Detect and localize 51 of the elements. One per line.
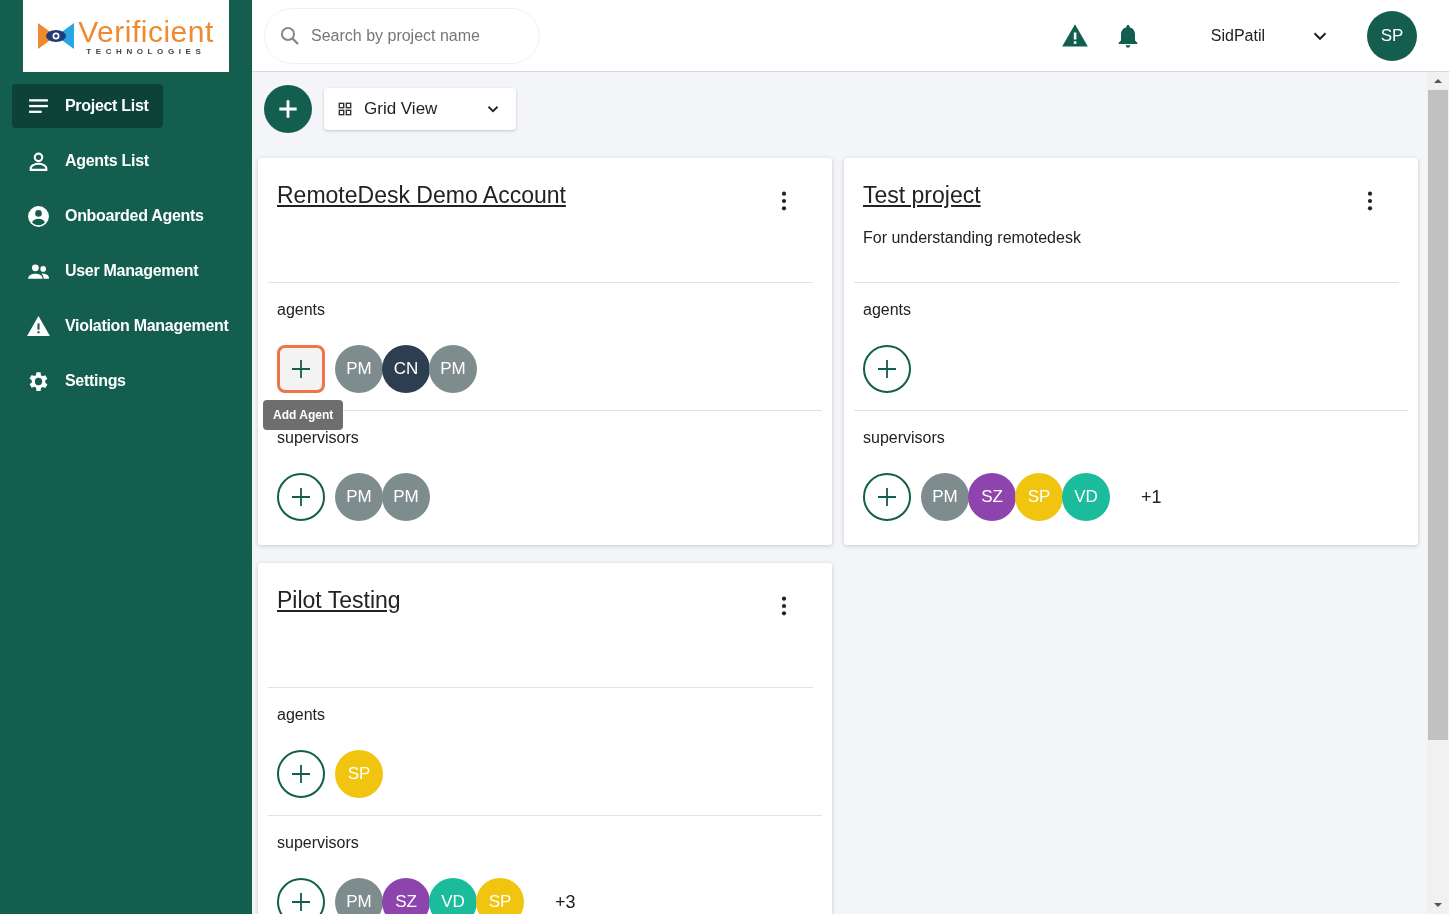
sidebar-item[interactable]: User Management bbox=[12, 249, 213, 293]
logo-wordmark: Verificient bbox=[78, 16, 214, 47]
add-project-button[interactable] bbox=[264, 85, 312, 133]
user-avatar[interactable]: SP bbox=[1367, 10, 1417, 61]
more-options-icon[interactable] bbox=[780, 190, 788, 212]
plus-icon bbox=[875, 485, 899, 509]
add-member-button[interactable] bbox=[277, 750, 325, 798]
add-member-button[interactable] bbox=[863, 345, 911, 393]
plus-icon bbox=[875, 357, 899, 381]
sidebar-item[interactable]: Settings bbox=[12, 359, 140, 403]
logo-icon bbox=[38, 21, 75, 51]
plus-icon bbox=[289, 485, 313, 509]
more-options-icon[interactable] bbox=[780, 595, 788, 617]
warning-icon bbox=[26, 313, 51, 339]
grid-icon bbox=[338, 102, 352, 116]
sidebar-item[interactable]: Onboarded Agents bbox=[12, 194, 218, 238]
account-circle-icon bbox=[26, 203, 51, 229]
project-description: For understanding remotedesk bbox=[863, 229, 1081, 247]
sidebar-item[interactable]: Agents List bbox=[12, 139, 163, 183]
section-label: supervisors bbox=[277, 429, 360, 447]
user-name: SidPatil bbox=[1210, 26, 1265, 45]
member-avatar[interactable]: SZ bbox=[968, 473, 1016, 521]
member-avatar[interactable]: SZ bbox=[382, 878, 430, 914]
add-member-button[interactable] bbox=[277, 345, 325, 393]
plus-icon bbox=[289, 890, 313, 914]
section-label: agents bbox=[277, 301, 327, 319]
logo-tagline: TECHNOLOGIES bbox=[86, 46, 206, 56]
project-title-link[interactable]: RemoteDesk Demo Account bbox=[277, 182, 566, 209]
section-label: supervisors bbox=[277, 834, 360, 852]
scrollbar[interactable] bbox=[1427, 72, 1449, 914]
sidebar-item[interactable]: Project List bbox=[12, 84, 163, 128]
add-member-button[interactable] bbox=[277, 473, 325, 521]
view-dropdown[interactable]: Grid View bbox=[324, 88, 516, 130]
scroll-up-icon[interactable] bbox=[1433, 76, 1443, 86]
section-label: supervisors bbox=[863, 429, 946, 447]
project-title-link[interactable]: Test project bbox=[863, 182, 1081, 209]
plus-icon bbox=[289, 762, 313, 786]
member-avatar[interactable]: CN bbox=[382, 345, 430, 393]
search-field[interactable]: Search by project name bbox=[264, 7, 540, 64]
project-title-link[interactable]: Pilot Testing bbox=[277, 587, 401, 614]
more-members-count[interactable]: +1 bbox=[1141, 486, 1162, 508]
sidebar-item[interactable]: Violation Management bbox=[12, 304, 243, 348]
add-member-button[interactable] bbox=[863, 473, 911, 521]
section-label: agents bbox=[863, 301, 913, 319]
more-options-icon[interactable] bbox=[1366, 190, 1374, 212]
plus-icon bbox=[289, 357, 313, 381]
add-member-button[interactable] bbox=[277, 878, 325, 914]
tooltip: Add Agent bbox=[263, 400, 344, 430]
scroll-down-icon[interactable] bbox=[1433, 900, 1443, 910]
section-label: agents bbox=[277, 706, 327, 724]
more-members-count[interactable]: +3 bbox=[555, 891, 576, 913]
